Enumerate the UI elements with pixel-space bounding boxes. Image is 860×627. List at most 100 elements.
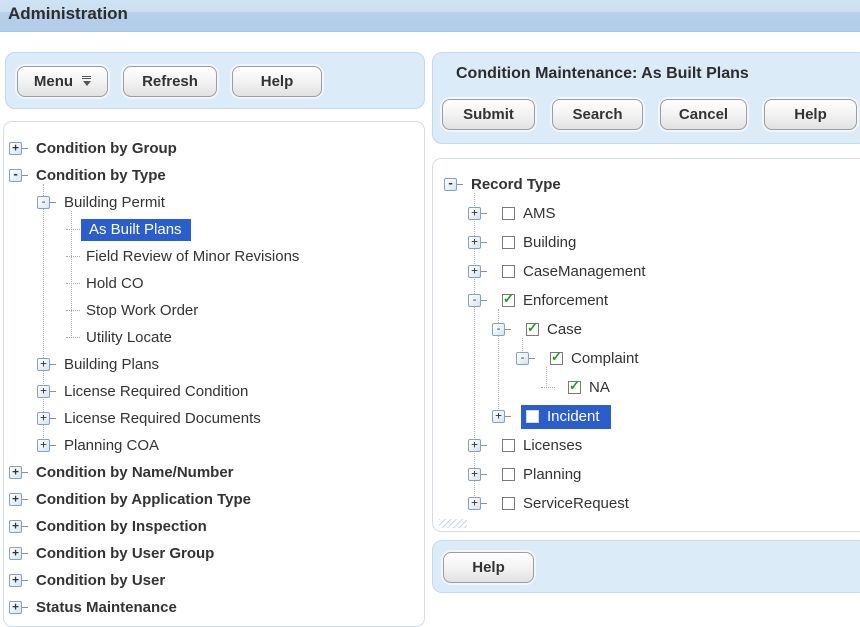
checkbox-incident[interactable] [526, 410, 539, 423]
expand-icon[interactable]: + [468, 468, 481, 481]
expand-icon[interactable]: + [9, 574, 22, 587]
detail-title: Condition Maintenance: As Built Plans [456, 65, 749, 83]
collapse-icon[interactable]: - [468, 294, 481, 307]
detail-help-button[interactable]: Help [764, 99, 857, 130]
tree-item-label: Utility Locate [86, 329, 172, 346]
expand-icon[interactable]: + [9, 466, 22, 479]
resize-grip[interactable] [439, 519, 467, 528]
collapse-icon[interactable]: - [492, 323, 505, 336]
footer-help-button[interactable]: Help [443, 552, 534, 583]
leaf-connector-icon [540, 381, 553, 394]
expand-icon[interactable]: + [468, 439, 481, 452]
tree-item-na[interactable]: NA [433, 373, 860, 402]
submit-button-label: Submit [463, 106, 514, 123]
refresh-button[interactable]: Refresh [123, 66, 217, 97]
expand-icon[interactable]: + [468, 265, 481, 278]
tree-connector [50, 391, 56, 392]
expand-icon[interactable]: + [37, 439, 50, 452]
checkbox-na[interactable] [568, 381, 581, 394]
record-type-panel: -Record Type+AMS+Building+CaseManagement… [432, 158, 860, 532]
tree-connector [50, 364, 56, 365]
menu-button[interactable]: Menu [17, 66, 108, 97]
tree-item-license-required-documents[interactable]: +License Required Documents [4, 405, 424, 432]
tree-item-incident[interactable]: +Incident [433, 402, 860, 431]
tree-item-utility-locate[interactable]: Utility Locate [4, 324, 424, 351]
toolbar-help-button[interactable]: Help [232, 66, 322, 97]
refresh-button-label: Refresh [142, 73, 198, 90]
tree-connector [50, 445, 56, 446]
collapse-icon[interactable]: - [444, 178, 457, 191]
tree-item-licenses[interactable]: + Licenses [433, 431, 860, 460]
tree-connector [481, 445, 487, 446]
collapse-icon[interactable]: - [516, 352, 529, 365]
submit-button[interactable]: Submit [442, 99, 535, 130]
search-button[interactable]: Search [552, 99, 643, 130]
expand-icon[interactable]: + [37, 358, 50, 371]
tree-item-planning-coa[interactable]: +Planning COA [4, 432, 424, 459]
expand-icon[interactable]: + [468, 207, 481, 220]
checkbox-planning[interactable] [502, 468, 515, 481]
checkbox-building[interactable] [502, 236, 515, 249]
tree-item-casemanagement[interactable]: +CaseManagement [433, 257, 860, 286]
collapse-icon[interactable]: - [37, 196, 50, 209]
tree-item-field-review-of-minor-revisions[interactable]: Field Review of Minor Revisions [4, 243, 424, 270]
tree-item-as-built-plans[interactable]: As Built Plans [4, 216, 424, 243]
checkbox-casemanagement[interactable] [502, 265, 515, 278]
tree-item-condition-by-application-type[interactable]: +Condition by Application Type [4, 486, 424, 513]
tree-item-record-type[interactable]: -Record Type [433, 170, 860, 199]
tree-item-building-plans[interactable]: +Building Plans [4, 351, 424, 378]
expand-icon[interactable]: + [468, 236, 481, 249]
expand-icon[interactable]: + [492, 410, 505, 423]
cancel-button[interactable]: Cancel [660, 99, 747, 130]
app-title-bar: Administration [0, 0, 860, 32]
expand-icon[interactable]: + [9, 601, 22, 614]
checkbox-enforcement[interactable] [502, 294, 515, 307]
tree-connector [481, 503, 487, 504]
tree-item-condition-by-type[interactable]: -Condition by Type [4, 162, 424, 189]
tree-item-stop-work-order[interactable]: Stop Work Order [4, 297, 424, 324]
tree-item-condition-by-inspection[interactable]: +Condition by Inspection [4, 513, 424, 540]
expand-icon[interactable]: + [37, 412, 50, 425]
tree-item-condition-by-user-group[interactable]: +Condition by User Group [4, 540, 424, 567]
cancel-button-label: Cancel [679, 106, 728, 123]
tree-item-status-maintenance[interactable]: +Status Maintenance [4, 594, 424, 621]
checkbox-case[interactable] [526, 323, 539, 336]
checkbox-complaint[interactable] [550, 352, 563, 365]
tree-item-building[interactable]: +Building [433, 228, 860, 257]
tree-item-building-permit[interactable]: -Building Permit [4, 189, 424, 216]
expand-icon[interactable]: + [9, 142, 22, 155]
tree-connector [481, 271, 487, 272]
checkbox-servicerequest[interactable] [502, 497, 515, 510]
tree-item-label: Hold CO [86, 275, 144, 292]
tree-item-label: Licenses [523, 437, 582, 454]
tree-item-servicerequest[interactable]: +ServiceRequest [433, 489, 860, 518]
leaf-connector-icon [65, 277, 78, 290]
tree-item-enforcement[interactable]: -Enforcement [433, 286, 860, 315]
tree-item-label: As Built Plans [81, 219, 191, 241]
tree-connector [481, 300, 487, 301]
tree-item-condition-by-user[interactable]: +Condition by User [4, 567, 424, 594]
checkbox-ams[interactable] [502, 207, 515, 220]
tree-item-complaint[interactable]: -Complaint [433, 344, 860, 373]
tree-connector [529, 358, 535, 359]
left-toolbar-panel: Menu Refresh Help [5, 52, 425, 109]
tree-item-ams[interactable]: +AMS [433, 199, 860, 228]
expand-icon[interactable]: + [9, 493, 22, 506]
tree-connector [22, 526, 28, 527]
expand-icon[interactable]: + [37, 385, 50, 398]
expand-icon[interactable]: + [9, 520, 22, 533]
collapse-icon[interactable]: - [9, 169, 22, 182]
tree-item-planning[interactable]: +Planning [433, 460, 860, 489]
tree-item-hold-co[interactable]: Hold CO [4, 270, 424, 297]
expand-icon[interactable]: + [9, 547, 22, 560]
left-tree-panel: +Condition by Group-Condition by Type-Bu… [3, 121, 425, 627]
tree-item-label: Stop Work Order [86, 302, 198, 319]
tree-item-license-required-condition[interactable]: +License Required Condition [4, 378, 424, 405]
tree-item-condition-by-name-number[interactable]: +Condition by Name/Number [4, 459, 424, 486]
tree-item-label: NA [589, 379, 610, 396]
menu-button-label: Menu [34, 73, 73, 90]
tree-item-condition-by-group[interactable]: +Condition by Group [4, 135, 424, 162]
checkbox-licenses[interactable] [502, 439, 515, 452]
expand-icon[interactable]: + [468, 497, 481, 510]
tree-item-case[interactable]: -Case [433, 315, 860, 344]
